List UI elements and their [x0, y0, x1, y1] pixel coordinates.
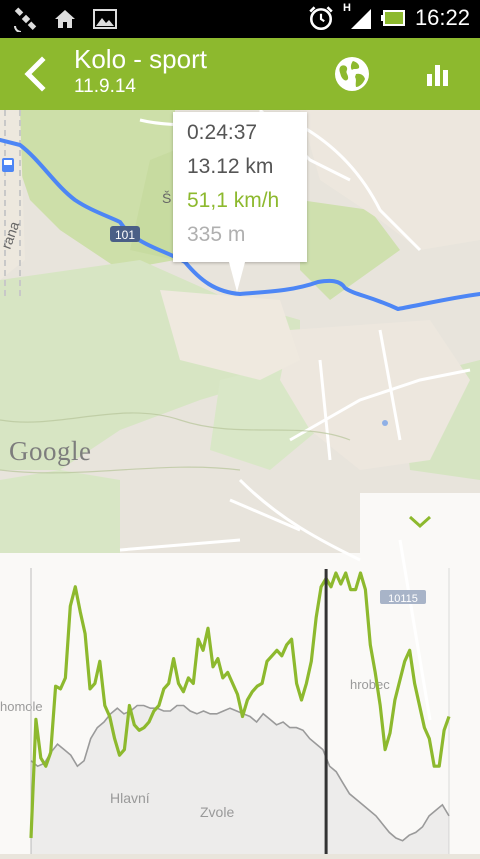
road-label-101: 101 — [115, 228, 135, 242]
alarm-icon — [309, 6, 333, 31]
back-arrow-icon[interactable] — [20, 56, 50, 92]
popup-time: 0:24:37 — [187, 121, 258, 144]
road-badge-101: 101 — [110, 226, 140, 242]
battery-icon — [380, 10, 405, 26]
info-popup: 0:24:37 13.12 km 51,1 km/h 335 m — [173, 112, 307, 292]
popup-pointer — [229, 262, 245, 292]
transit-marker-icon — [2, 158, 14, 172]
globe-icon[interactable] — [332, 54, 372, 94]
status-bar: H 16:22 — [0, 0, 480, 38]
elevation-area — [31, 705, 449, 854]
popup-distance: 13.12 km — [187, 155, 274, 178]
popup-speed: 51,1 km/h — [187, 189, 280, 212]
stats-icon[interactable] — [424, 60, 452, 88]
google-attribution: Google — [9, 436, 92, 466]
map-point-icon — [382, 420, 388, 426]
page-title: Kolo - sport — [74, 44, 207, 74]
collapse-chart-button[interactable] — [360, 493, 480, 553]
status-left-icons — [12, 6, 118, 32]
chevron-down-icon — [408, 515, 432, 529]
chart-canvas[interactable]: Hlavní Zvole homole hrobec 10115 — [0, 553, 480, 854]
home-icon — [55, 10, 75, 28]
road-label-10115: 10115 — [388, 593, 418, 605]
page-subtitle: 11.9.14 — [74, 76, 136, 97]
signal-indicator: H — [343, 2, 373, 32]
map-label-s: Š — [162, 190, 171, 206]
image-icon — [93, 9, 117, 29]
speed-elevation-chart[interactable]: Hlavní Zvole homole hrobec 10115 — [0, 553, 480, 854]
clock: 16:22 — [414, 5, 470, 30]
status-right-icons: H 16:22 — [307, 2, 470, 32]
app-bar: Kolo - sport 11.9.14 — [0, 38, 480, 110]
map-label-homole: homole — [0, 699, 43, 714]
popup-elevation: 335 m — [187, 223, 246, 246]
satellite-icon — [14, 7, 37, 32]
road-badge-10115: 10115 — [380, 590, 426, 605]
signal-icon — [350, 9, 371, 29]
map-label-hrobec: hrobec — [350, 677, 390, 692]
